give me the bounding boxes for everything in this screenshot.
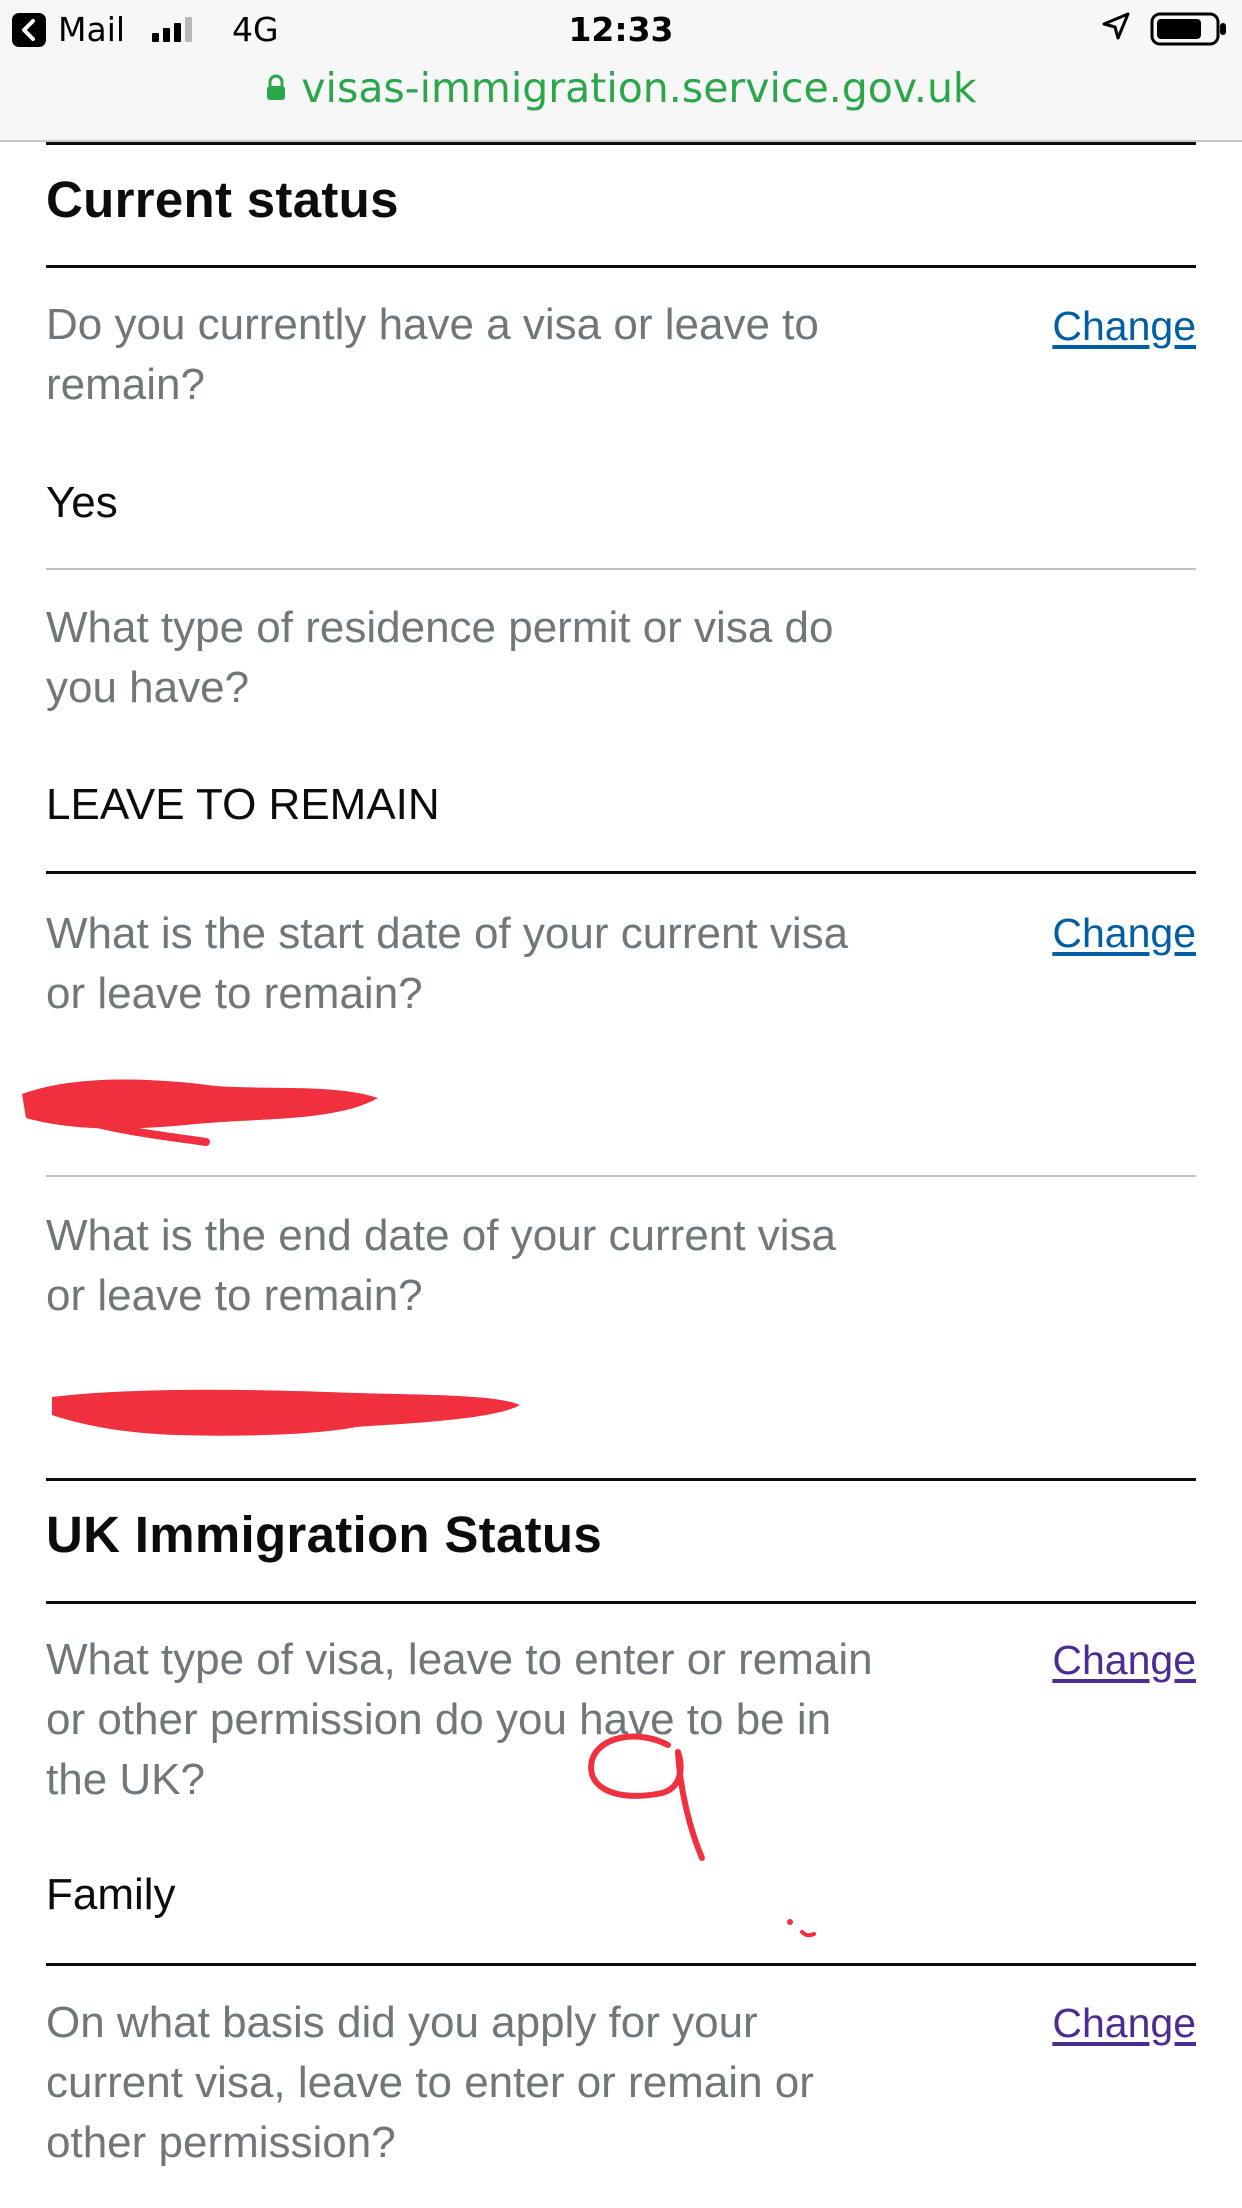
section-divider — [46, 1478, 1196, 1481]
change-link-start-date[interactable]: Change — [1052, 910, 1196, 957]
question-visa-type-uk: What type of visa, leave to enter or rem… — [46, 1635, 873, 1804]
row-divider — [46, 1963, 1196, 1966]
row-divider — [46, 568, 1196, 570]
question-end-date: What is the end date of your current vis… — [46, 1211, 836, 1320]
screen: Mail 4G 12:33 visas-immigration.service.… — [0, 0, 1242, 2208]
redacted-start-date — [16, 1060, 406, 1154]
answer-visa-type-uk: Family — [46, 1870, 176, 1919]
padlock-icon — [265, 74, 287, 102]
question-has-visa: Do you currently have a visa or leave to… — [46, 300, 819, 409]
address-bar[interactable]: visas-immigration.service.gov.uk — [0, 62, 1242, 114]
section-heading-current-status: Current status — [46, 171, 399, 228]
row-divider — [46, 871, 1196, 874]
clock: 12:33 — [568, 10, 674, 49]
redacted-end-date — [16, 1375, 536, 1459]
answer-has-visa: Yes — [46, 478, 118, 527]
location-arrow-icon — [1100, 10, 1132, 50]
row-divider — [46, 1175, 1196, 1177]
section-heading-uk-immigration-status: UK Immigration Status — [46, 1506, 603, 1563]
question-permit-type: What type of residence permit or visa do… — [46, 603, 834, 712]
change-link-application-basis[interactable]: Change — [1052, 2000, 1196, 2047]
url-text: visas-immigration.service.gov.uk — [301, 64, 977, 112]
answer-permit-type: LEAVE TO REMAIN — [46, 780, 440, 829]
question-start-date: What is the start date of your current v… — [46, 909, 849, 1018]
section-divider — [46, 265, 1196, 268]
battery-icon — [1150, 12, 1228, 54]
change-link-visa-type-uk[interactable]: Change — [1052, 1637, 1196, 1684]
change-link-has-visa[interactable]: Change — [1052, 303, 1196, 350]
section-divider — [46, 142, 1196, 145]
status-row: Mail 4G 12:33 — [0, 8, 1242, 56]
question-application-basis: On what basis did you apply for your cur… — [46, 1998, 814, 2167]
section-divider — [46, 1601, 1196, 1604]
status-bar: Mail 4G 12:33 visas-immigration.service.… — [0, 0, 1242, 142]
